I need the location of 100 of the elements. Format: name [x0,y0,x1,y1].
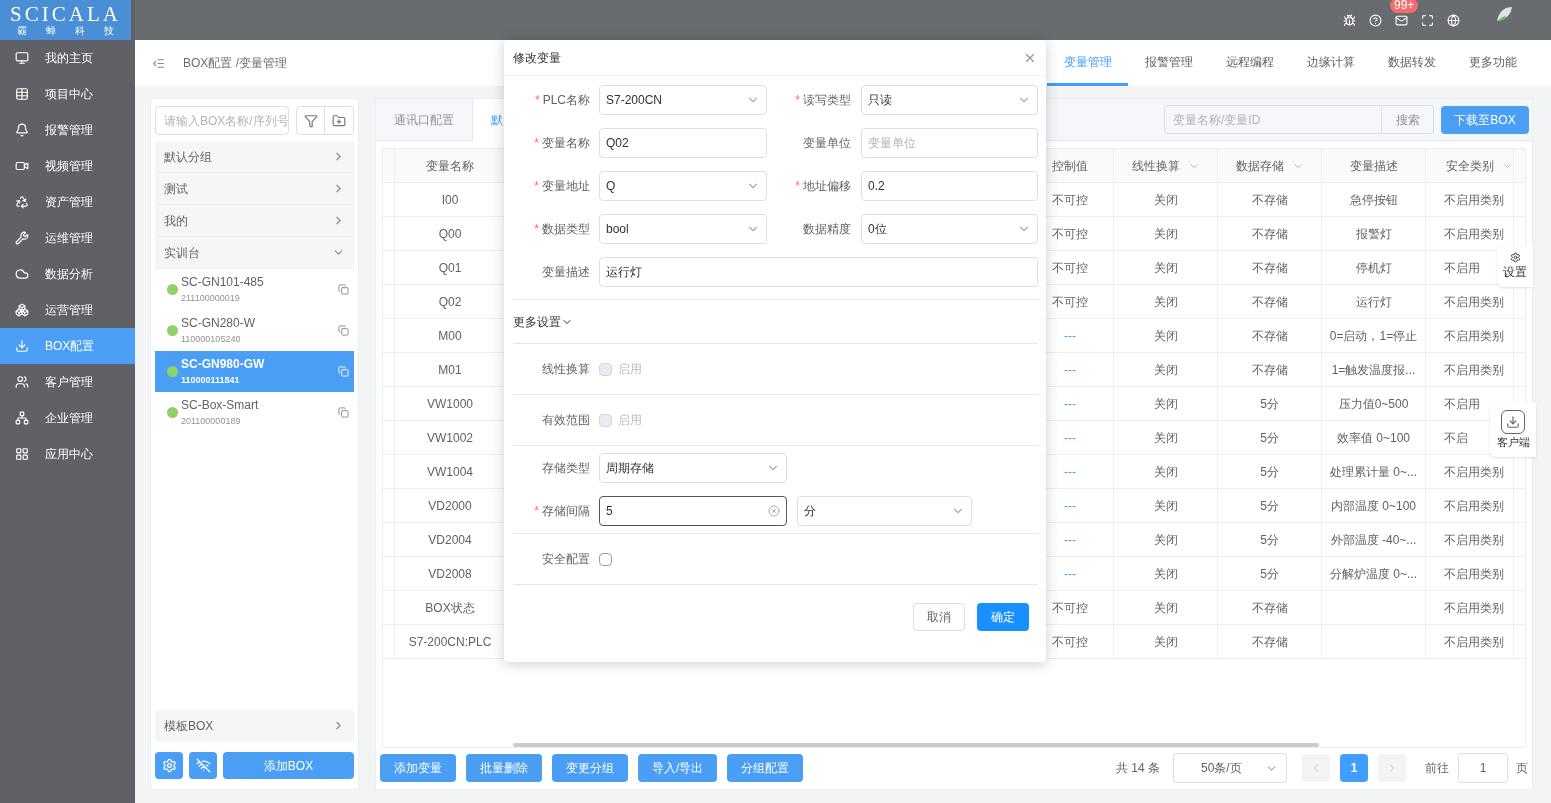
group-row[interactable]: 模板BOX [155,710,354,741]
table-cell-text: 不可控 [1052,293,1088,311]
table-cell-text: BOX状态 [425,599,475,617]
help-icon[interactable] [1369,13,1382,27]
table-cell-text: 不启用类别 [1444,633,1504,651]
sidebar-item[interactable]: 应用中心 [0,436,135,472]
table-cell-text: 效率值 0~100 [1336,429,1410,447]
table-cell-text: 关闭 [1153,395,1178,413]
table-cell-text: 不启用类别 [1444,191,1504,209]
table-cell-text: Q00 [438,225,462,243]
table-cell-text: 不启用类别 [1444,327,1504,345]
logo-subtitle: 霸 蝉 科 技 [17,26,114,36]
group-row[interactable]: 实训台 [155,237,354,269]
copy-icon[interactable] [338,407,349,418]
settings-icon [1509,251,1521,263]
select-field[interactable]: bool [599,214,767,244]
table-cell-text: VW1004 [427,463,473,481]
globe-icon[interactable] [1447,13,1460,27]
table-cell-text: S7-200CN:PLC [408,633,492,651]
sidebar-item[interactable]: 客户管理 [0,364,135,400]
cloud-icon [15,267,29,281]
tab[interactable]: 远程编程 [1209,40,1290,86]
group-row[interactable]: 我的 [155,205,354,237]
wifi-off-icon [195,758,211,773]
sidebar-item[interactable]: 报警管理 [0,112,135,148]
select-field[interactable]: 只读 [861,85,1038,115]
fullscreen-icon[interactable] [1421,13,1434,27]
table-cell-text: M00 [438,327,462,345]
goto-label: 前往 [1425,760,1449,777]
field-label: * PLC名称 [534,92,590,109]
input-field[interactable]: 运行灯 [599,257,1038,287]
mail-icon[interactable] [1395,13,1408,27]
table-cell-text: 不存储 [1251,259,1288,277]
sidebar-item[interactable]: 企业管理 [0,400,135,436]
table-cell-text: 不启用类别 [1444,497,1504,515]
input-field[interactable]: 0.2 [861,171,1038,201]
settings-button[interactable] [155,752,183,779]
checkbox-label: 启用 [618,361,642,378]
table-cell-text: M01 [438,361,462,379]
input-field[interactable]: Q02 [599,128,767,158]
field-label: 存储类型 [541,459,590,477]
more-settings-toggle[interactable]: 更多设置 [513,312,573,331]
table-cell-text: 不存储 [1251,225,1288,243]
group-row[interactable]: 测试 [155,173,354,205]
copy-icon[interactable] [338,325,349,336]
field-label: 变量单位 [802,135,851,152]
table-cell-text: 压力值0~500 [1338,395,1409,413]
column-header: 变量描述 [1349,157,1398,175]
tab[interactable]: 数据转发 [1371,40,1452,86]
settings-float-button[interactable]: 设置 [1497,245,1533,287]
table-cell-text: 5分 [1260,565,1279,583]
sidebar-item[interactable]: 运维管理 [0,220,135,256]
client-float-button[interactable]: 客户端 [1490,403,1536,457]
table-cell-text: 外部温度 -40~... [1330,531,1417,549]
device-item[interactable]: SC-GN280-W 110000105240 [155,310,354,351]
clear-icon[interactable] [768,505,780,517]
table-cell-text: 不启用类别 [1444,599,1504,617]
page-input[interactable]: 1 [1458,753,1508,783]
bug-icon[interactable] [1343,13,1356,27]
table-cell-text: 关闭 [1153,565,1178,583]
page-size-select[interactable]: 50条/页 [1173,753,1287,783]
logo[interactable]: SCICALA 霸 蝉 科 技 [0,0,131,40]
device-name: SC-GN101-485 [181,274,265,290]
field-label: 有效范围 [541,412,590,429]
select-field[interactable]: Q [599,171,767,201]
select-field[interactable]: 分 [797,496,972,526]
copy-icon[interactable] [338,366,349,377]
select-field[interactable]: 周期存储 [599,452,787,483]
table-cell-text: VD2000 [428,497,472,515]
field-label: 安全配置 [541,551,590,568]
sidebar-item[interactable]: 我的主页 [0,40,135,76]
table-cell-text: 不启用类别 [1444,293,1504,311]
tab[interactable]: 边缘计算 [1290,40,1371,86]
checkbox[interactable] [599,552,612,566]
menu-fold-icon[interactable] [152,56,165,70]
table-cell-text: 0=启动，1=停止 [1329,327,1418,345]
horizontal-scrollbar[interactable] [513,743,1319,747]
wrench-icon [15,231,29,245]
users-icon [15,375,29,389]
table-cell-text: 关闭 [1153,633,1178,651]
sidebar-item[interactable]: 运营管理 [0,292,135,328]
select-field[interactable]: S7-200CN [599,85,767,115]
table-cell-text: 5分 [1260,497,1279,515]
select-field[interactable]: 0位 [861,214,1038,244]
tab[interactable]: 报警管理 [1128,40,1209,86]
tab[interactable]: 更多功能 [1452,40,1533,86]
group-row[interactable]: 默认分组 [155,141,354,173]
sidebar-item[interactable]: 数据分析 [0,256,135,292]
sidebar-item[interactable]: 项目中心 [0,76,135,112]
cancel-button[interactable]: 取消 [913,602,965,631]
sidebar-item[interactable]: 资产管理 [0,184,135,220]
device-item[interactable]: SC-GN101-485 211100000019 [155,269,354,310]
device-item[interactable]: SC-Box-Smart 201100000189 [155,392,354,433]
boxes-icon [15,303,29,317]
input-field[interactable]: 5 [599,496,787,526]
confirm-button[interactable]: 确定 [977,602,1029,631]
goto-suffix: 页 [1516,760,1528,777]
copy-icon[interactable] [338,284,349,295]
wifi-off-button[interactable] [189,752,217,779]
sidebar-item[interactable]: 视频管理 [0,148,135,184]
